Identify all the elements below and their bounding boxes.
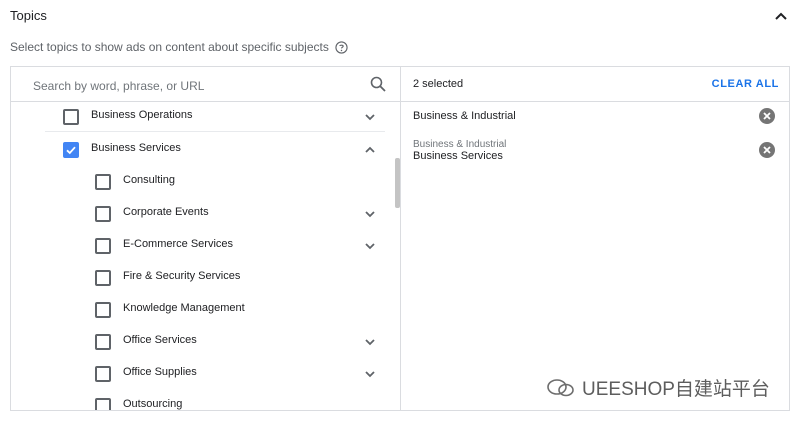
topic-row[interactable]: E-Commerce Services bbox=[11, 231, 400, 261]
selected-item-label: Business Services bbox=[413, 150, 503, 162]
wechat-logo-icon bbox=[547, 378, 574, 396]
topic-label: E-Commerce Services bbox=[123, 238, 234, 250]
scrollbar-thumb[interactable] bbox=[395, 158, 400, 208]
search-bar bbox=[11, 67, 400, 102]
topics-header[interactable]: Topics bbox=[10, 8, 790, 28]
checkbox[interactable] bbox=[95, 334, 111, 350]
topic-label: Office Services bbox=[123, 334, 197, 346]
selected-item-label: Business & Industrial bbox=[413, 110, 516, 122]
chevron-down-icon[interactable] bbox=[364, 111, 376, 123]
selected-item: Business & Industrial Business Services bbox=[413, 139, 773, 162]
topic-row[interactable]: Corporate Events bbox=[11, 199, 400, 229]
topic-row[interactable]: Outsourcing bbox=[11, 391, 400, 410]
topic-row[interactable]: Fire & Security Services bbox=[11, 263, 400, 293]
watermark-text: UEESHOP自建站平台 bbox=[582, 379, 770, 400]
chevron-up-icon[interactable] bbox=[774, 10, 788, 24]
topic-label: Business Operations bbox=[91, 109, 193, 121]
topic-row[interactable]: Consulting bbox=[11, 167, 400, 197]
topic-row[interactable]: Business Operations bbox=[11, 102, 400, 132]
checkbox[interactable] bbox=[95, 302, 111, 318]
checkbox[interactable] bbox=[95, 206, 111, 222]
topics-panel: Business Operations Business Services Co… bbox=[10, 66, 790, 411]
help-icon[interactable] bbox=[335, 40, 348, 54]
remove-icon[interactable] bbox=[759, 142, 775, 158]
chevron-down-icon[interactable] bbox=[364, 368, 376, 380]
checkbox[interactable] bbox=[95, 174, 111, 190]
section-description: Select topics to show ads on content abo… bbox=[10, 40, 348, 54]
watermark: UEESHOP自建站平台 bbox=[546, 374, 770, 401]
checkbox[interactable] bbox=[95, 398, 111, 410]
remove-icon[interactable] bbox=[759, 108, 775, 124]
chevron-up-icon[interactable] bbox=[364, 144, 376, 156]
checkbox-checked[interactable] bbox=[63, 142, 79, 158]
chevron-down-icon[interactable] bbox=[364, 208, 376, 220]
topic-row[interactable]: Knowledge Management bbox=[11, 295, 400, 325]
selected-item: Business & Industrial bbox=[413, 110, 773, 122]
topic-label: Outsourcing bbox=[123, 398, 183, 410]
chevron-down-icon[interactable] bbox=[364, 336, 376, 348]
checkmark-icon bbox=[66, 146, 76, 155]
topic-label: Fire & Security Services bbox=[123, 270, 241, 282]
topic-browser: Business Operations Business Services Co… bbox=[11, 67, 401, 410]
clear-all-button[interactable]: CLEAR ALL bbox=[712, 78, 779, 90]
topic-list: Business Operations Business Services Co… bbox=[11, 102, 400, 410]
description-text: Select topics to show ads on content abo… bbox=[10, 40, 329, 54]
topic-row[interactable]: Office Supplies bbox=[11, 359, 400, 389]
checkbox[interactable] bbox=[95, 270, 111, 286]
checkbox[interactable] bbox=[63, 109, 79, 125]
selected-panel: 2 selected CLEAR ALL Business & Industri… bbox=[401, 67, 789, 410]
search-input[interactable] bbox=[31, 75, 365, 97]
selected-count: 2 selected bbox=[413, 78, 464, 90]
search-icon[interactable] bbox=[370, 76, 386, 92]
topic-label: Corporate Events bbox=[123, 206, 209, 218]
topic-row[interactable]: Business Services bbox=[11, 135, 400, 165]
topic-label: Consulting bbox=[123, 174, 175, 186]
checkbox[interactable] bbox=[95, 238, 111, 254]
chevron-down-icon[interactable] bbox=[364, 240, 376, 252]
section-title: Topics bbox=[10, 8, 47, 23]
topic-row[interactable]: Office Services bbox=[11, 327, 400, 357]
checkbox[interactable] bbox=[95, 366, 111, 382]
topic-label: Knowledge Management bbox=[123, 302, 245, 314]
topic-label: Office Supplies bbox=[123, 366, 197, 378]
selected-item-parent: Business & Industrial bbox=[413, 139, 507, 150]
topic-label: Business Services bbox=[91, 142, 181, 154]
selected-header: 2 selected CLEAR ALL bbox=[401, 67, 789, 102]
